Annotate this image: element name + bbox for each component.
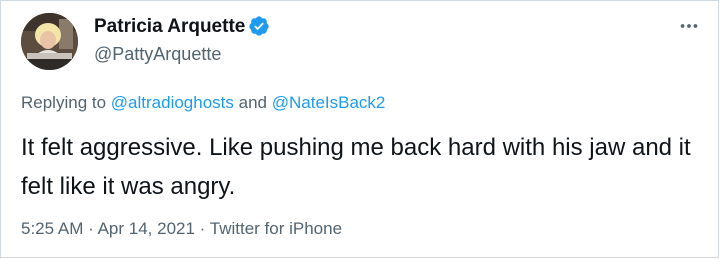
tweet-source[interactable]: Twitter for iPhone — [210, 219, 342, 238]
meta-separator: · — [199, 219, 206, 238]
meta-separator: · — [88, 219, 94, 238]
avatar[interactable] — [21, 13, 78, 70]
mention-link-altradioghosts[interactable]: @altradioghosts — [111, 93, 234, 112]
tweet-metadata: 5:25 AM · Apr 14, 2021 · Twitter for iPh… — [21, 219, 342, 239]
verified-badge-icon — [249, 16, 269, 36]
tweet-time[interactable]: 5:25 AM — [21, 219, 83, 238]
tweet-date[interactable]: Apr 14, 2021 — [98, 219, 195, 238]
author-name[interactable]: Patricia Arquette — [94, 16, 245, 38]
replying-to-label: Replying to — [21, 93, 107, 112]
tweet-card: Patricia Arquette @PattyArquette Replyin… — [0, 0, 719, 258]
more-options-icon[interactable] — [678, 15, 700, 37]
replying-to-conjunction: and — [238, 93, 268, 112]
avatar-image — [21, 13, 78, 70]
replying-to-line: Replying to @altradioghosts and @NateIsB… — [21, 93, 385, 113]
author-handle[interactable]: @PattyArquette — [94, 44, 221, 65]
mention-link-nateisback2[interactable]: @NateIsBack2 — [272, 93, 386, 112]
tweet-text: It felt aggressive. Like pushing me back… — [21, 134, 691, 200]
